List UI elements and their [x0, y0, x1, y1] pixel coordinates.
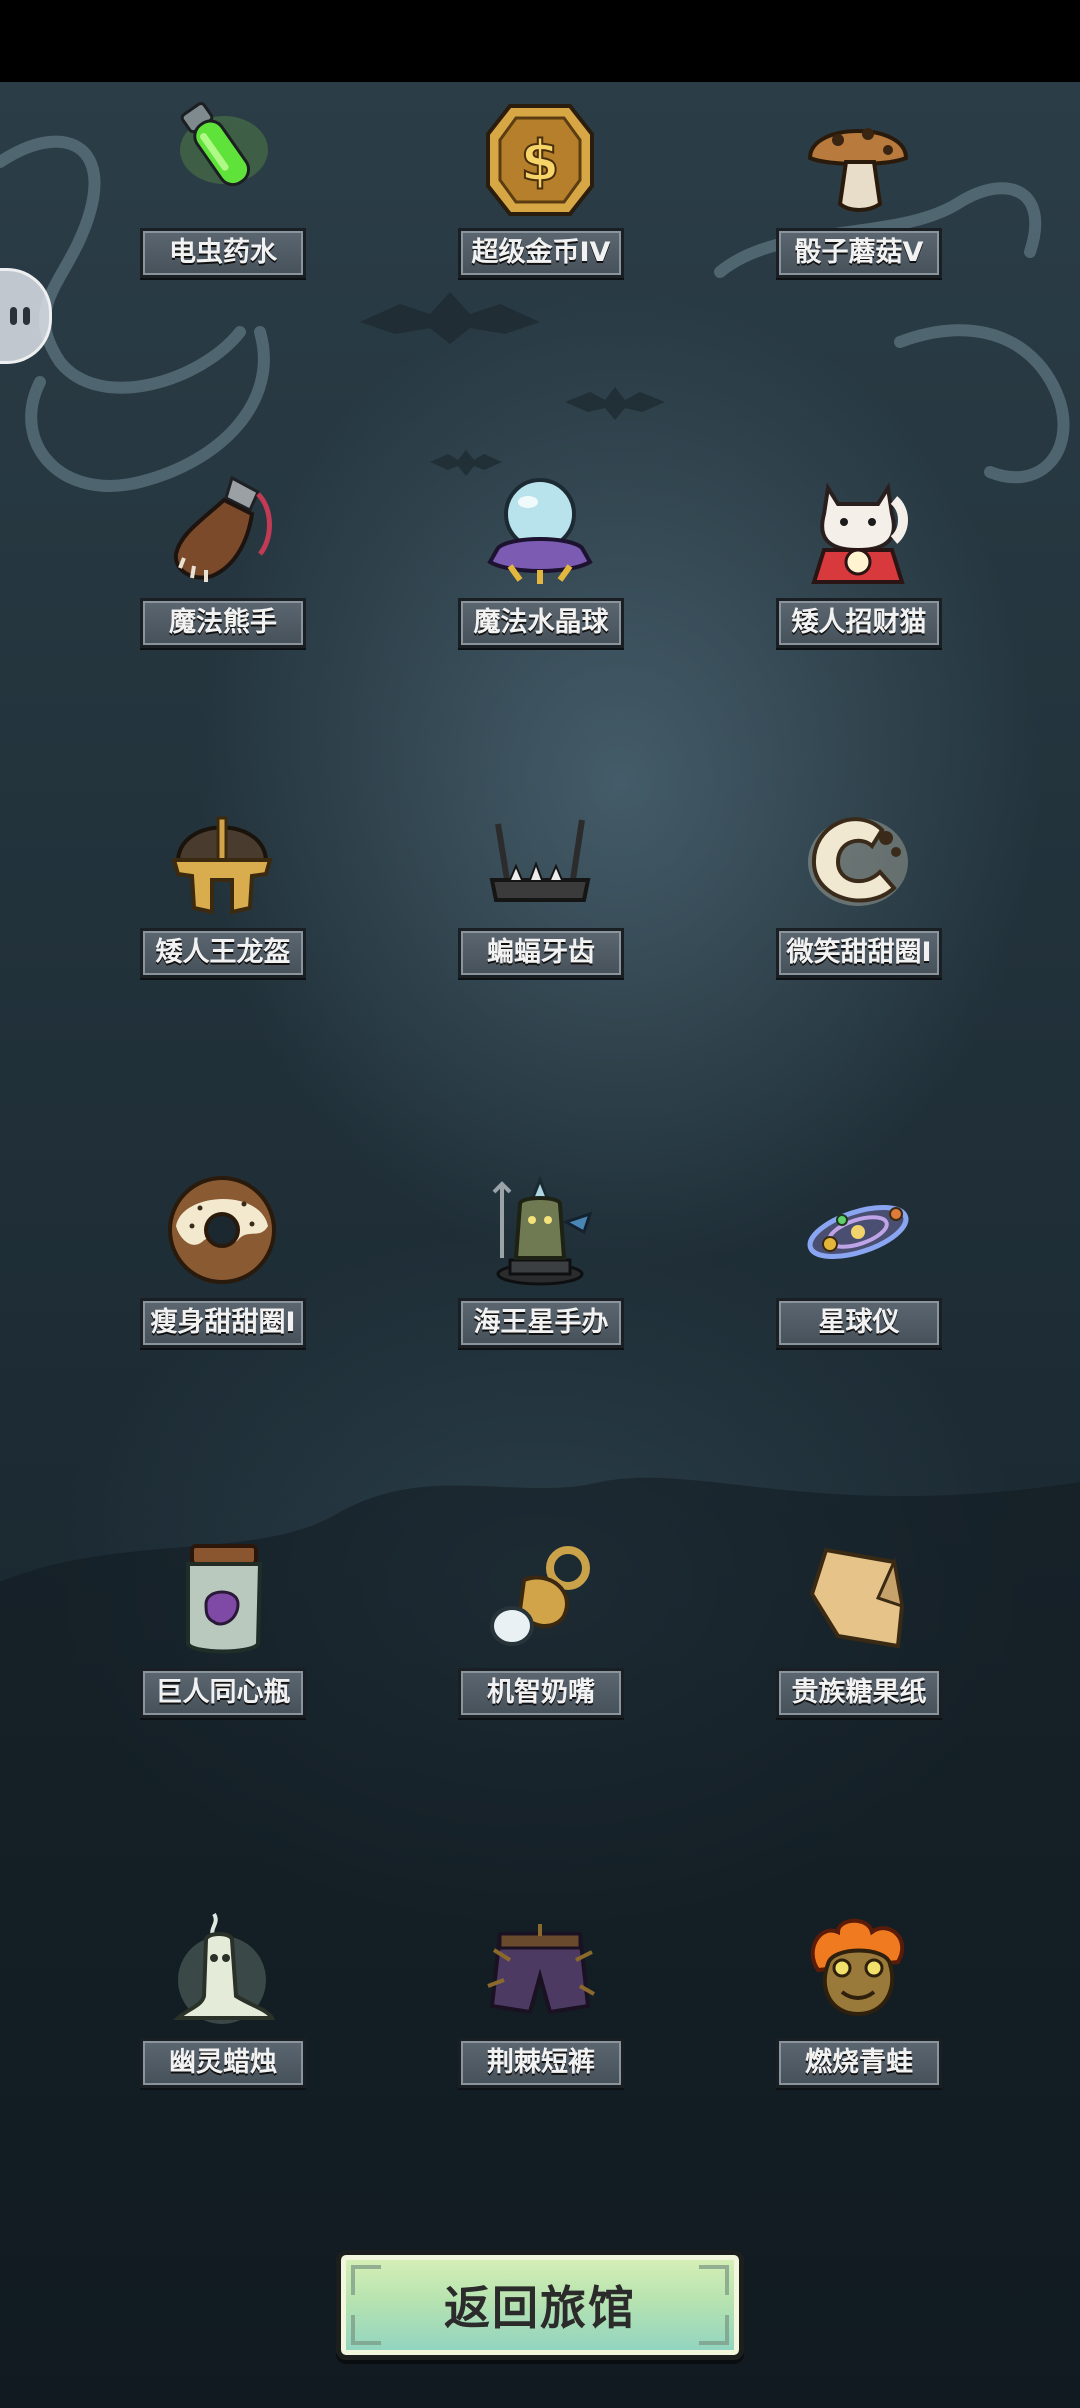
neptune-figure-icon	[480, 1170, 600, 1290]
collection-item[interactable]: 荆棘短裤	[430, 1910, 650, 2120]
collection-item[interactable]: 燃烧青蛙	[748, 1910, 968, 2120]
bear-paw-icon	[162, 470, 282, 590]
item-label: 荆棘短裤	[458, 2038, 624, 2088]
item-label: 蝙蝠牙齿	[458, 928, 624, 978]
collection-item[interactable]: 矮人王龙盔	[112, 800, 332, 1010]
collection-screen: 电虫药水 $ 超级金币IV 骰子蘑菇V 魔法熊手 魔法水晶球 矮人招财猫 矮人王…	[0, 0, 1080, 2408]
collection-item[interactable]: 海王星手办	[430, 1170, 650, 1380]
crystal-ball-icon	[480, 470, 600, 590]
smile-donut-icon	[798, 800, 918, 920]
collection-item[interactable]: 骰子蘑菇V	[748, 100, 968, 310]
item-label: 海王星手办	[458, 1298, 624, 1348]
collection-item[interactable]: 幽灵蜡烛	[112, 1910, 332, 2120]
item-label: 矮人王龙盔	[140, 928, 306, 978]
item-label: 机智奶嘴	[458, 1668, 624, 1718]
item-label: 燃烧青蛙	[776, 2038, 942, 2088]
collection-item[interactable]: 魔法水晶球	[430, 470, 650, 680]
collection-grid: 电虫药水 $ 超级金币IV 骰子蘑菇V 魔法熊手 魔法水晶球 矮人招财猫 矮人王…	[0, 0, 1080, 2408]
return-button-label: 返回旅馆	[444, 2281, 636, 2335]
bat-teeth-icon	[480, 800, 600, 920]
collection-item[interactable]: 蝙蝠牙齿	[430, 800, 650, 1010]
item-label: 魔法水晶球	[458, 598, 624, 648]
item-label: 瘦身甜甜圈I	[140, 1298, 306, 1348]
item-label: 魔法熊手	[140, 598, 306, 648]
collection-item[interactable]: 魔法熊手	[112, 470, 332, 680]
item-label: 超级金币IV	[458, 228, 624, 278]
collection-item[interactable]: 电虫药水	[112, 100, 332, 310]
collection-item[interactable]: 巨人同心瓶	[112, 1540, 332, 1750]
item-label: 幽灵蜡烛	[140, 2038, 306, 2088]
ghost-candle-icon	[162, 1910, 282, 2030]
item-label: 电虫药水	[140, 228, 306, 278]
collection-item[interactable]: 星球仪	[748, 1170, 968, 1380]
eye-icon	[23, 307, 30, 325]
pacifier-icon	[480, 1540, 600, 1660]
dice-mushroom-icon	[798, 100, 918, 220]
item-label: 微笑甜甜圈I	[776, 928, 942, 978]
item-label: 星球仪	[776, 1298, 942, 1348]
dwarf-helmet-icon	[162, 800, 282, 920]
collection-item[interactable]: 矮人招财猫	[748, 470, 968, 680]
collection-item[interactable]: $ 超级金币IV	[430, 100, 650, 310]
burning-frog-icon	[798, 1910, 918, 2030]
collection-item[interactable]: 机智奶嘴	[430, 1540, 650, 1750]
corner-ornament	[699, 2265, 729, 2295]
eye-icon	[10, 307, 17, 325]
gold-coin-icon: $	[480, 100, 600, 220]
status-bar	[0, 0, 1080, 82]
svg-text:$: $	[521, 129, 560, 194]
corner-ornament	[351, 2265, 381, 2295]
candy-wrapper-icon	[798, 1540, 918, 1660]
return-to-inn-button[interactable]: 返回旅馆	[336, 2250, 744, 2360]
orrery-icon	[798, 1170, 918, 1290]
collection-item[interactable]: 瘦身甜甜圈I	[112, 1170, 332, 1380]
lucky-cat-icon	[798, 470, 918, 590]
jar-icon	[162, 1540, 282, 1660]
collection-item[interactable]: 贵族糖果纸	[748, 1540, 968, 1750]
corner-ornament	[699, 2315, 729, 2345]
item-label: 骰子蘑菇V	[776, 228, 942, 278]
collection-item[interactable]: 微笑甜甜圈I	[748, 800, 968, 1010]
green-potion-vial-icon	[162, 100, 282, 220]
corner-ornament	[351, 2315, 381, 2345]
item-label: 矮人招财猫	[776, 598, 942, 648]
item-label: 巨人同心瓶	[140, 1668, 306, 1718]
donut-icon	[162, 1170, 282, 1290]
thorn-shorts-icon	[480, 1910, 600, 2030]
item-label: 贵族糖果纸	[776, 1668, 942, 1718]
